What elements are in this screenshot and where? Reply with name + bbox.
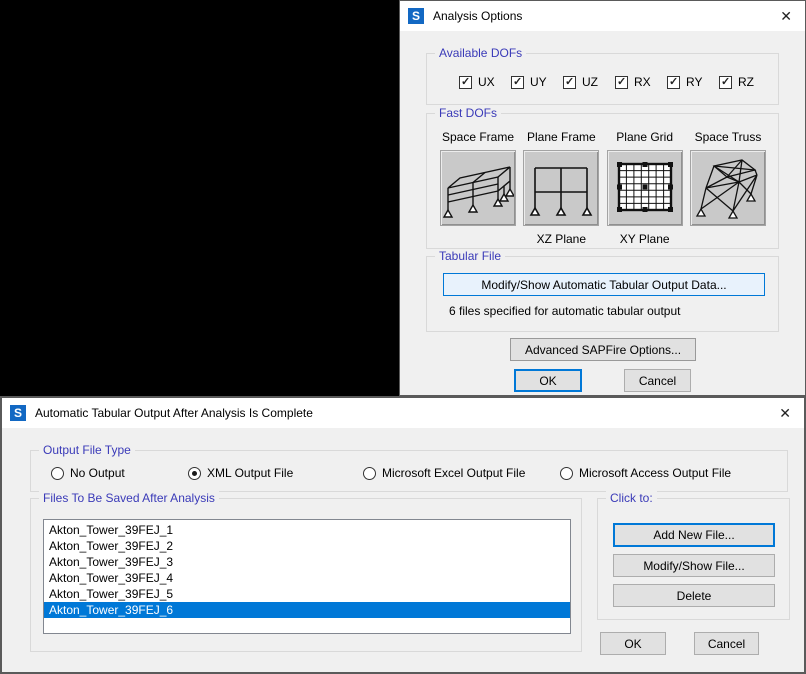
fast-dof-name: Space Truss (695, 130, 762, 150)
analysis-options-dialog: S Analysis Options ✕ Available DOFs UX U… (399, 0, 806, 396)
checkbox-label: RZ (738, 75, 754, 89)
fast-dof-plane: XZ Plane (537, 232, 586, 250)
list-item[interactable]: Akton_Tower_39FEJ_4 (44, 570, 570, 586)
radio-label: XML Output File (207, 466, 293, 480)
files-to-be-saved-label: Files To Be Saved After Analysis (39, 491, 219, 505)
modify-show-tabular-output-button[interactable]: Modify/Show Automatic Tabular Output Dat… (443, 273, 765, 296)
space-frame-icon (442, 152, 514, 224)
radio-label: No Output (70, 466, 125, 480)
fast-dof-name: Plane Grid (616, 130, 673, 150)
list-item[interactable]: Akton_Tower_39FEJ_3 (44, 554, 570, 570)
checkbox-label: RY (686, 75, 702, 89)
modify-show-file-button[interactable]: Modify/Show File... (613, 554, 775, 577)
dof-checkbox-rz[interactable]: RZ (719, 75, 754, 89)
delete-button[interactable]: Delete (613, 584, 775, 607)
fast-dof-plane-frame: Plane Frame XZ Plane (522, 130, 600, 250)
space-truss-icon (692, 152, 764, 224)
radio-icon (51, 467, 64, 480)
files-listbox[interactable]: Akton_Tower_39FEJ_1Akton_Tower_39FEJ_2Ak… (43, 519, 571, 634)
cancel-button[interactable]: Cancel (694, 632, 759, 655)
fast-dofs-group: Fast DOFs Space Frame (426, 113, 779, 249)
files-to-be-saved-group: Files To Be Saved After Analysis Akton_T… (30, 498, 582, 652)
analysis-options-titlebar: S Analysis Options ✕ (400, 1, 805, 31)
list-item[interactable]: Akton_Tower_39FEJ_5 (44, 586, 570, 602)
close-icon[interactable]: ✕ (780, 9, 792, 23)
fast-dof-space-truss: Space Truss (689, 130, 767, 250)
radio-icon (363, 467, 376, 480)
tabular-file-status: 6 files specified for automatic tabular … (449, 304, 680, 318)
radio-label: Microsoft Excel Output File (382, 466, 525, 480)
dof-checkbox-rx[interactable]: RX (615, 75, 651, 89)
plane-grid-icon (609, 152, 681, 224)
output-file-type-label: Output File Type (39, 443, 135, 457)
radio-icon (560, 467, 573, 480)
fast-dof-plane-grid: Plane Grid X (606, 130, 684, 250)
tabular-file-group: Tabular File Modify/Show Automatic Tabul… (426, 256, 779, 332)
checkbox-label: UX (478, 75, 495, 89)
checkbox-icon (563, 76, 576, 89)
radio-excel-output-file[interactable]: Microsoft Excel Output File (363, 466, 525, 480)
dof-checkbox-uz[interactable]: UZ (563, 75, 598, 89)
sap2000-logo-icon: S (10, 405, 26, 421)
sap2000-logo-icon: S (408, 8, 424, 24)
tabular-file-label: Tabular File (435, 249, 505, 263)
dof-checkbox-ry[interactable]: RY (667, 75, 702, 89)
checkbox-icon (615, 76, 628, 89)
dof-checkbox-ux[interactable]: UX (459, 75, 495, 89)
ok-button[interactable]: OK (514, 369, 582, 392)
radio-xml-output-file[interactable]: XML Output File (188, 466, 293, 480)
click-to-group: Click to: Add New File... Modify/Show Fi… (597, 498, 790, 620)
checkbox-icon (667, 76, 680, 89)
checkbox-icon (459, 76, 472, 89)
available-dofs-group: Available DOFs UX UY UZ RX RY RZ (426, 53, 779, 105)
radio-label: Microsoft Access Output File (579, 466, 731, 480)
radio-access-output-file[interactable]: Microsoft Access Output File (560, 466, 731, 480)
list-item[interactable]: Akton_Tower_39FEJ_2 (44, 538, 570, 554)
cancel-button[interactable]: Cancel (624, 369, 691, 392)
checkbox-label: RX (634, 75, 651, 89)
dof-checkbox-uy[interactable]: UY (511, 75, 547, 89)
close-icon[interactable]: ✕ (779, 406, 791, 420)
list-item[interactable]: Akton_Tower_39FEJ_6 (44, 602, 570, 618)
plane-frame-button[interactable] (523, 150, 599, 226)
checkbox-label: UZ (582, 75, 598, 89)
space-frame-button[interactable] (440, 150, 516, 226)
dialog-title: Automatic Tabular Output After Analysis … (35, 406, 313, 420)
fast-dof-space-frame: Space Frame (439, 130, 517, 250)
click-to-label: Click to: (606, 491, 657, 505)
fast-dof-name: Space Frame (442, 130, 514, 150)
add-new-file-button[interactable]: Add New File... (613, 523, 775, 547)
fast-dofs-label: Fast DOFs (435, 106, 501, 120)
tabular-output-dialog: S Automatic Tabular Output After Analysi… (0, 396, 806, 674)
ok-button[interactable]: OK (600, 632, 666, 655)
advanced-sapfire-options-button[interactable]: Advanced SAPFire Options... (510, 338, 696, 361)
fast-dof-name: Plane Frame (527, 130, 596, 150)
dialog-title: Analysis Options (433, 9, 522, 23)
output-file-type-group: Output File Type No Output XML Output Fi… (30, 450, 788, 492)
radio-icon (188, 467, 201, 480)
space-truss-button[interactable] (690, 150, 766, 226)
plane-frame-icon (525, 152, 597, 224)
radio-no-output[interactable]: No Output (51, 466, 125, 480)
plane-grid-button[interactable] (607, 150, 683, 226)
tabular-output-titlebar: S Automatic Tabular Output After Analysi… (2, 398, 804, 428)
fast-dof-plane: XY Plane (620, 232, 670, 250)
available-dofs-label: Available DOFs (435, 46, 526, 60)
checkbox-label: UY (530, 75, 547, 89)
list-item[interactable]: Akton_Tower_39FEJ_1 (44, 522, 570, 538)
checkbox-icon (719, 76, 732, 89)
checkbox-icon (511, 76, 524, 89)
fast-dofs-row: Space Frame (439, 130, 767, 250)
